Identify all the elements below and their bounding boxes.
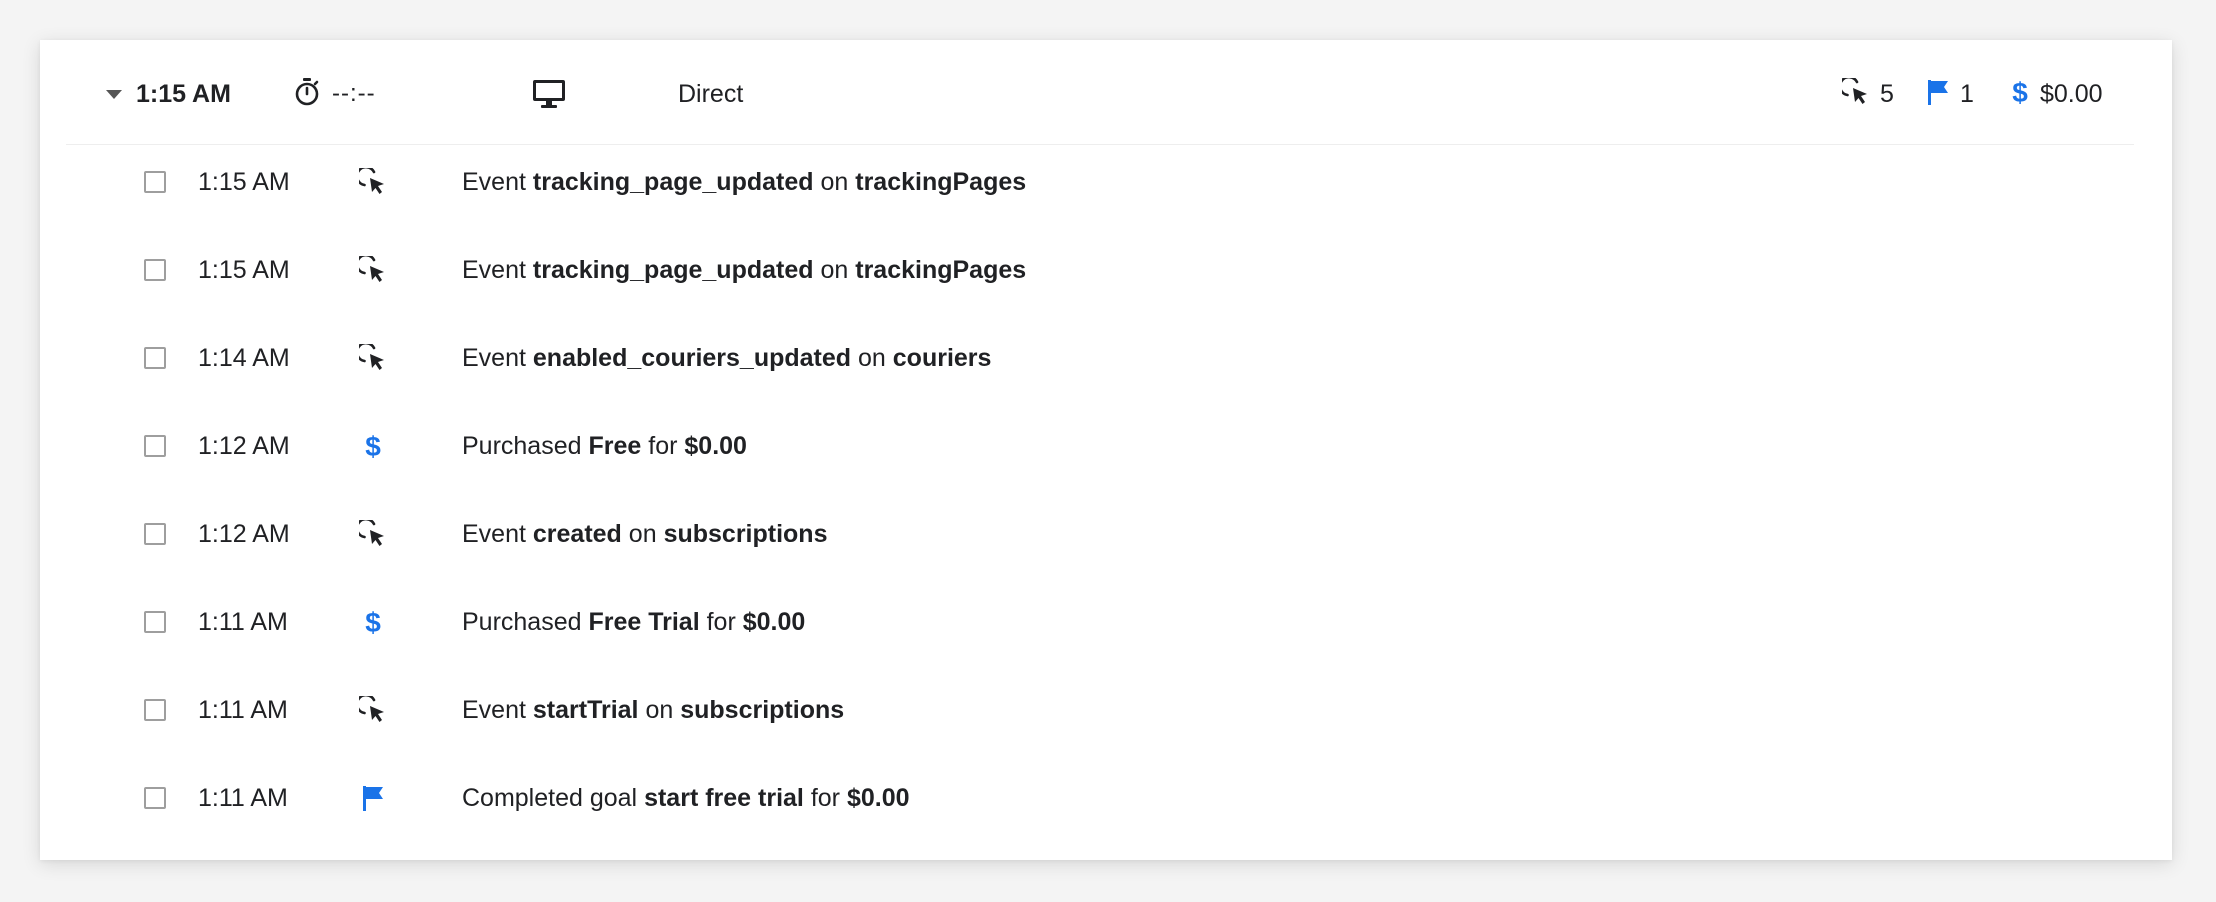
- event-list: 1:15 AM Event tracking_page_updated on t…: [66, 144, 2134, 848]
- desc-connector: on: [858, 344, 886, 372]
- revenue-total: $0.00: [2040, 79, 2103, 108]
- event-description: Completed goal start free trial for $0.0…: [462, 776, 910, 820]
- desc-prefix: Purchased: [462, 432, 582, 460]
- events-stat: 5: [1838, 44, 1894, 144]
- session-panel: 1:15 AM --:-- Direct 5 1 $ $0.00 1:15 AM…: [66, 44, 2134, 852]
- stopwatch-icon: [294, 77, 320, 112]
- desc-prefix: Event: [462, 168, 526, 196]
- list-item[interactable]: 1:12 AM Event created on subscriptions: [66, 496, 2134, 584]
- desc-prefix: Event: [462, 696, 526, 724]
- desc-target: $0.00: [846, 784, 910, 812]
- session-toggle[interactable]: 1:15 AM: [106, 44, 231, 144]
- cursor-click-icon: [358, 254, 388, 286]
- desc-subject: created: [532, 520, 622, 548]
- session-header[interactable]: 1:15 AM --:-- Direct 5 1 $ $0.00: [66, 44, 2134, 145]
- desc-target: trackingPages: [855, 168, 1027, 196]
- source-label: Direct: [678, 79, 744, 108]
- desc-subject: tracking_page_updated: [532, 168, 814, 196]
- row-checkbox[interactable]: [144, 699, 166, 721]
- revenue-stat: $ $0.00: [2010, 44, 2103, 144]
- event-description: Event tracking_page_updated on trackingP…: [462, 160, 1026, 204]
- event-description: Event tracking_page_updated on trackingP…: [462, 248, 1026, 292]
- session-source: Direct: [678, 44, 743, 144]
- desc-connector: on: [645, 696, 674, 724]
- event-time: 1:15 AM: [198, 168, 290, 196]
- row-checkbox[interactable]: [144, 523, 166, 545]
- event-description: Purchased Free for $0.00: [462, 424, 747, 468]
- event-time: 1:12 AM: [198, 432, 290, 460]
- list-item[interactable]: 1:12 AM $ Purchased Free for $0.00: [66, 408, 2134, 496]
- row-checkbox[interactable]: [144, 611, 166, 633]
- row-checkbox[interactable]: [144, 259, 166, 281]
- svg-text:$: $: [2012, 77, 2028, 107]
- dollar-icon: $: [2010, 77, 2030, 112]
- event-time: 1:11 AM: [198, 696, 288, 724]
- list-item[interactable]: 1:11 AM Event startTrial on subscription…: [66, 672, 2134, 760]
- desc-prefix: Event: [462, 520, 526, 548]
- row-checkbox[interactable]: [144, 171, 166, 193]
- desc-connector: for: [706, 608, 736, 636]
- cursor-click-icon: [358, 166, 388, 198]
- desc-subject: enabled_couriers_updated: [532, 344, 852, 372]
- event-time: 1:11 AM: [198, 784, 288, 812]
- svg-text:$: $: [365, 607, 381, 637]
- event-time: 1:14 AM: [198, 344, 290, 372]
- flag-icon: [358, 782, 388, 814]
- desc-subject: Free: [588, 432, 642, 460]
- caret-down-icon[interactable]: [106, 89, 122, 99]
- desc-prefix: Event: [462, 344, 526, 372]
- desc-connector: on: [820, 168, 849, 196]
- row-checkbox[interactable]: [144, 787, 166, 809]
- list-item[interactable]: 1:15 AM Event tracking_page_updated on t…: [66, 232, 2134, 320]
- goals-stat: 1: [1926, 44, 1974, 144]
- desc-target: trackingPages: [855, 256, 1027, 284]
- desc-connector: on: [820, 256, 849, 284]
- event-description: Event startTrial on subscriptions: [462, 688, 844, 732]
- desc-connector: for: [648, 432, 678, 460]
- session-duration-group: --:--: [294, 44, 376, 144]
- list-item[interactable]: 1:11 AM $ Purchased Free Trial for $0.00: [66, 584, 2134, 672]
- cursor-click-icon: [1838, 75, 1870, 111]
- desc-subject: startTrial: [532, 696, 639, 724]
- event-description: Purchased Free Trial for $0.00: [462, 600, 805, 644]
- list-item[interactable]: 1:14 AM Event enabled_couriers_updated o…: [66, 320, 2134, 408]
- svg-text:$: $: [365, 431, 381, 461]
- desc-connector: on: [628, 520, 657, 548]
- desc-connector: for: [810, 784, 841, 812]
- event-time: 1:12 AM: [198, 520, 290, 548]
- cursor-click-icon: [358, 342, 388, 374]
- desc-target: subscriptions: [680, 696, 845, 724]
- desc-target: couriers: [892, 344, 992, 372]
- goals-count: 1: [1960, 79, 1974, 108]
- dollar-icon: $: [358, 606, 388, 638]
- desc-prefix: Purchased: [462, 608, 582, 636]
- desc-subject: Free Trial: [588, 608, 700, 636]
- row-checkbox[interactable]: [144, 435, 166, 457]
- desc-prefix: Completed goal: [462, 784, 638, 812]
- desc-subject: tracking_page_updated: [532, 256, 814, 284]
- desc-target: subscriptions: [663, 520, 828, 548]
- list-item[interactable]: 1:11 AM Completed goal start free trial …: [66, 760, 2134, 848]
- cursor-click-icon: [358, 694, 388, 726]
- flag-icon: [1926, 78, 1950, 111]
- desc-target: $0.00: [684, 432, 747, 460]
- desc-prefix: Event: [462, 256, 526, 284]
- events-count: 5: [1880, 79, 1894, 108]
- list-item[interactable]: 1:15 AM Event tracking_page_updated on t…: [66, 144, 2134, 232]
- dollar-icon: $: [358, 430, 388, 462]
- event-time: 1:11 AM: [198, 608, 288, 636]
- desc-target: $0.00: [742, 608, 806, 636]
- cursor-click-icon: [358, 518, 388, 550]
- event-time: 1:15 AM: [198, 256, 290, 284]
- session-duration: --:--: [332, 80, 376, 107]
- session-time: 1:15 AM: [136, 79, 231, 108]
- event-description: Event created on subscriptions: [462, 512, 827, 556]
- desktop-icon: [532, 44, 566, 144]
- row-checkbox[interactable]: [144, 347, 166, 369]
- desc-subject: start free trial: [644, 784, 804, 812]
- event-description: Event enabled_couriers_updated on courie…: [462, 336, 991, 380]
